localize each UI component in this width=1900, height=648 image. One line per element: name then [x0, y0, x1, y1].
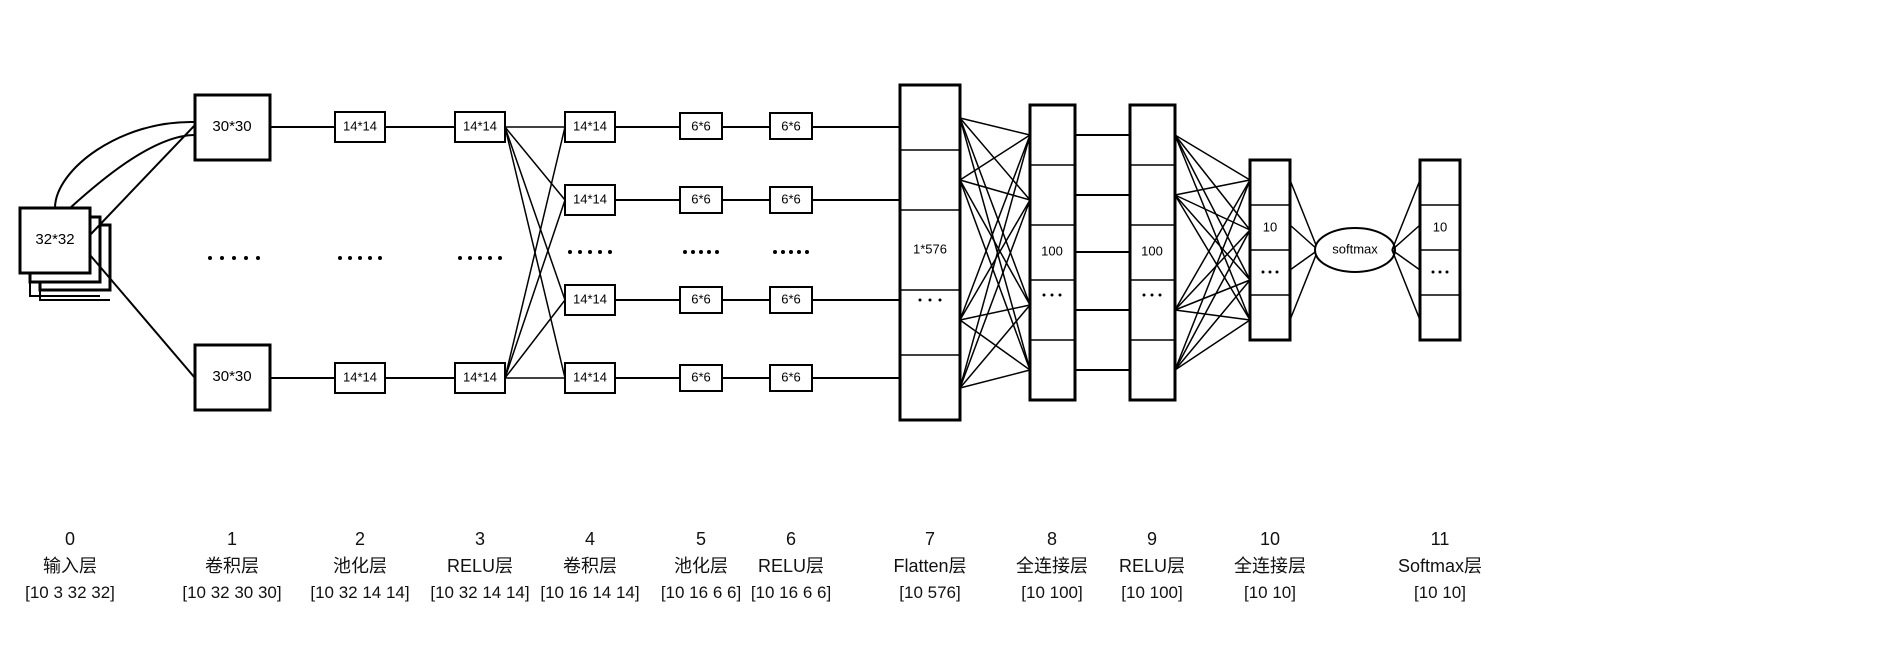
svg-text:11: 11 — [1431, 529, 1450, 549]
edges-7-8 — [960, 118, 1030, 388]
svg-text:卷积层: 卷积层 — [563, 556, 617, 576]
svg-text:6*6: 6*6 — [691, 291, 711, 306]
svg-text:池化层: 池化层 — [333, 556, 387, 576]
svg-text:全连接层: 全连接层 — [1234, 556, 1306, 576]
svg-text:6*6: 6*6 — [781, 291, 801, 306]
svg-text:8: 8 — [1047, 529, 1057, 549]
layer8-fc: 100 — [1030, 105, 1075, 400]
svg-text:RELU层: RELU层 — [1119, 556, 1185, 576]
softmax-op: softmax — [1315, 228, 1395, 272]
layer2-node-top: 14*14 — [343, 118, 377, 133]
svg-text:14*14: 14*14 — [573, 291, 607, 306]
layer1-node-top: 30*30 — [212, 118, 251, 135]
svg-text:[10 16 14 14]: [10 16 14 14] — [540, 583, 639, 602]
layer0-input: 32*32 — [20, 208, 110, 300]
layer0-node-label: 32*32 — [35, 231, 74, 248]
layer5-pool: 6*6 6*6 6*6 6*6 — [680, 113, 722, 391]
layer4-conv: 14*14 14*14 14*14 14*14 — [565, 112, 615, 393]
layer7-flatten: 1*576 — [900, 85, 960, 420]
layer11-softmax: 10 — [1420, 160, 1460, 340]
svg-text:输入层: 输入层 — [43, 556, 97, 576]
svg-text:[10 576]: [10 576] — [899, 583, 960, 602]
layer6-relu: 6*6 6*6 6*6 6*6 — [770, 113, 812, 391]
edges-3-4 — [505, 127, 565, 378]
layer3-relu: 14*14 14*14 — [455, 112, 505, 393]
layer1-conv: 30*30 30*30 — [195, 95, 270, 410]
svg-text:卷积层: 卷积层 — [205, 556, 259, 576]
svg-text:14*14: 14*14 — [573, 369, 607, 384]
svg-text:全连接层: 全连接层 — [1016, 556, 1088, 576]
svg-text:9: 9 — [1147, 529, 1157, 549]
svg-text:[10 32 30 30]: [10 32 30 30] — [182, 583, 281, 602]
captions: 0 输入层 [10 3 32 32] 1 卷积层 [10 32 30 30] 2… — [25, 529, 1482, 602]
svg-text:10: 10 — [1260, 529, 1280, 549]
svg-text:4: 4 — [585, 529, 595, 549]
edges-10-softmax — [1290, 180, 1318, 320]
svg-text:[10 32 14 14]: [10 32 14 14] — [310, 583, 409, 602]
svg-text:[10 10]: [10 10] — [1414, 583, 1466, 602]
svg-text:[10 3 32 32]: [10 3 32 32] — [25, 583, 115, 602]
svg-text:7: 7 — [925, 529, 935, 549]
svg-text:池化层: 池化层 — [674, 556, 728, 576]
layer7-node-label: 1*576 — [913, 241, 947, 256]
svg-text:Flatten层: Flatten层 — [893, 556, 966, 576]
svg-text:[10 16 6 6]: [10 16 6 6] — [751, 583, 831, 602]
svg-text:14*14: 14*14 — [573, 118, 607, 133]
svg-text:1: 1 — [227, 529, 237, 549]
svg-text:[10 16 6 6]: [10 16 6 6] — [661, 583, 741, 602]
layer2-pool: 14*14 14*14 — [335, 112, 385, 393]
svg-text:6*6: 6*6 — [781, 191, 801, 206]
svg-text:6: 6 — [786, 529, 796, 549]
svg-text:RELU层: RELU层 — [758, 556, 824, 576]
edges-9-10 — [1175, 135, 1250, 370]
layer10-fc: 10 — [1250, 160, 1290, 340]
svg-text:RELU层: RELU层 — [447, 556, 513, 576]
cnn-diagram: 32*32 30*30 30*30 — [0, 0, 1900, 648]
svg-text:[10 10]: [10 10] — [1244, 583, 1296, 602]
layer8-node-label: 100 — [1041, 243, 1063, 258]
svg-text:14*14: 14*14 — [573, 191, 607, 206]
svg-text:3: 3 — [475, 529, 485, 549]
layer2-node-bot: 14*14 — [343, 369, 377, 384]
svg-text:6*6: 6*6 — [691, 118, 711, 133]
svg-text:0: 0 — [65, 529, 75, 549]
layer9-relu: 100 — [1130, 105, 1175, 400]
layer10-node-label: 10 — [1263, 219, 1277, 234]
svg-text:6*6: 6*6 — [691, 191, 711, 206]
layer1-node-bot: 30*30 — [212, 368, 251, 385]
softmax-label: softmax — [1332, 241, 1378, 256]
layer11-node-label: 10 — [1433, 219, 1447, 234]
edges-6-7 — [812, 127, 900, 378]
svg-text:2: 2 — [355, 529, 365, 549]
svg-text:[10 100]: [10 100] — [1021, 583, 1082, 602]
layer3-node-bot: 14*14 — [463, 369, 497, 384]
svg-text:6*6: 6*6 — [781, 118, 801, 133]
svg-text:Softmax层: Softmax层 — [1398, 556, 1482, 576]
svg-text:[10 100]: [10 100] — [1121, 583, 1182, 602]
svg-text:5: 5 — [696, 529, 706, 549]
svg-text:[10 32 14 14]: [10 32 14 14] — [430, 583, 529, 602]
layer9-node-label: 100 — [1141, 243, 1163, 258]
diagram-body: 32*32 30*30 30*30 — [20, 85, 1460, 420]
svg-text:6*6: 6*6 — [781, 369, 801, 384]
svg-text:6*6: 6*6 — [691, 369, 711, 384]
layer3-node-top: 14*14 — [463, 118, 497, 133]
edges-softmax-11 — [1392, 180, 1420, 320]
